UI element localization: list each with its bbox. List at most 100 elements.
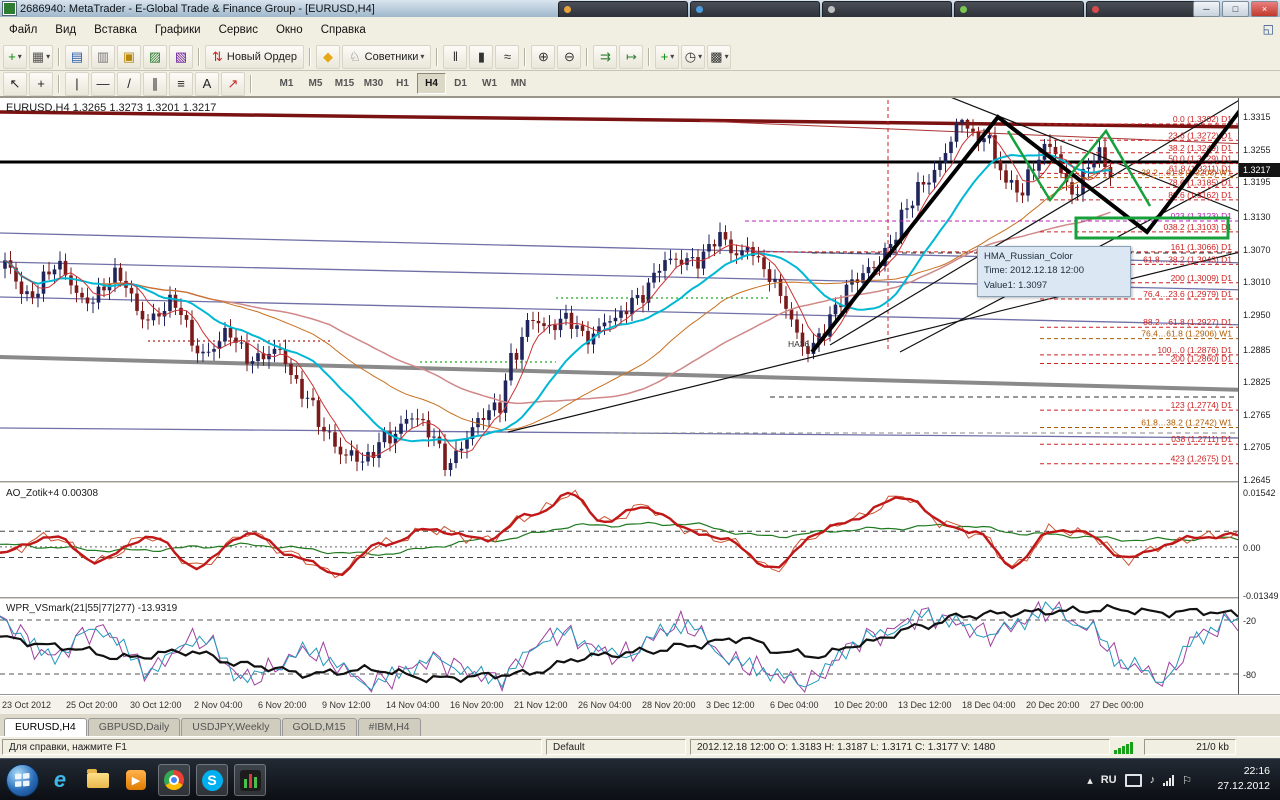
new-chart-icon: +	[8, 50, 16, 63]
ao-indicator-pane[interactable]	[0, 484, 1238, 597]
navigator-button[interactable]: ▣	[117, 45, 141, 69]
dropdown-arrow-icon[interactable]: ▾	[670, 52, 674, 61]
chart-tab-EURUSD,H4[interactable]: EURUSD,H4	[4, 718, 87, 736]
chart-tab-GBPUSD,Daily[interactable]: GBPUSD,Daily	[88, 718, 181, 736]
menu-Вставка[interactable]: Вставка	[85, 19, 146, 41]
chart-tab-USDJPY,Weekly[interactable]: USDJPY,Weekly	[181, 718, 280, 736]
periods-button[interactable]: ◷▾	[681, 45, 705, 69]
tray-expand-icon[interactable]: ▴	[1087, 774, 1093, 787]
candle-chart-type-button[interactable]: ▮	[469, 45, 493, 69]
wpr-axis-label: -80	[1243, 670, 1256, 680]
chart-shift-button[interactable]: ↦	[619, 45, 643, 69]
new-order-button[interactable]: ⇅Новый Ордер	[205, 45, 304, 69]
expert-advisors-button-label: Советники	[365, 51, 419, 63]
period-M15[interactable]: M15	[330, 73, 359, 94]
templates-button[interactable]: ▩▾	[707, 45, 731, 69]
price-axis-label: 1.3010	[1243, 277, 1271, 287]
action-center-flag-icon[interactable]: ⚐	[1182, 774, 1192, 787]
metaeditor-button[interactable]: ◆	[316, 45, 340, 69]
background-tab	[690, 1, 820, 17]
svg-text:88.2…61.8 (1.2927) D1: 88.2…61.8 (1.2927) D1	[1143, 317, 1232, 327]
menu-Вид[interactable]: Вид	[46, 19, 85, 41]
crosshair-button[interactable]: +	[29, 72, 53, 96]
toolbar-separator	[648, 48, 650, 66]
language-indicator[interactable]: RU	[1101, 774, 1117, 786]
folder-glyph	[87, 773, 109, 788]
profiles-button[interactable]: ▦▾	[29, 45, 53, 69]
chart-tab-#IBM,H4[interactable]: #IBM,H4	[358, 718, 421, 736]
media-player-icon[interactable]: ▶	[120, 764, 152, 796]
metatrader-taskbar-icon[interactable]	[234, 764, 266, 796]
terminal-button[interactable]: ▨	[143, 45, 167, 69]
skype-icon[interactable]: S	[196, 764, 228, 796]
trendline-button[interactable]: /	[117, 72, 141, 96]
period-M30[interactable]: M30	[359, 73, 388, 94]
time-axis-label: 28 Nov 20:00	[642, 700, 696, 710]
child-window-restore-icon[interactable]: ◱	[1263, 22, 1274, 36]
time-axis-label: 2 Nov 04:00	[194, 700, 243, 710]
dropdown-arrow-icon[interactable]: ▾	[725, 52, 729, 61]
period-H1[interactable]: H1	[388, 73, 417, 94]
status-profile[interactable]: Default	[546, 739, 686, 755]
cursor-button[interactable]: ↖	[3, 72, 27, 96]
tooltip-time: Time: 2012.12.18 12:00	[984, 264, 1124, 278]
menu-Графики[interactable]: Графики	[146, 19, 210, 41]
line-chart-type-button[interactable]: ≈	[495, 45, 519, 69]
dropdown-arrow-icon[interactable]: ▾	[420, 52, 424, 61]
svg-text:123 (1.2774) D1: 123 (1.2774) D1	[1171, 400, 1233, 410]
wifi-icon[interactable]	[1163, 775, 1174, 786]
new-chart-button[interactable]: +▾	[3, 45, 27, 69]
menu-Сервис[interactable]: Сервис	[210, 19, 267, 41]
auto-scroll-button[interactable]: ⇉	[593, 45, 617, 69]
taskbar-clock[interactable]: 22:16 27.12.2012	[1217, 764, 1270, 794]
period-H4[interactable]: H4	[417, 73, 446, 94]
close-button[interactable]: ×	[1251, 1, 1278, 17]
fibonacci-button[interactable]: ≡	[169, 72, 193, 96]
period-W1[interactable]: W1	[475, 73, 504, 94]
chrome-icon[interactable]	[158, 764, 190, 796]
period-M1[interactable]: M1	[272, 73, 301, 94]
dropdown-arrow-icon[interactable]: ▾	[698, 52, 702, 61]
menu-Окно[interactable]: Окно	[267, 19, 312, 41]
ao-indicator-label: AO_Zotik+4 0.00308	[6, 488, 98, 499]
arrows-button[interactable]: ↗	[221, 72, 245, 96]
metatrader-window: 2686940: MetaTrader - E-Global Trade & F…	[0, 0, 1280, 800]
period-D1[interactable]: D1	[446, 73, 475, 94]
ao-axis-label: -0.01349	[1243, 591, 1279, 601]
indicators-button[interactable]: +▾	[655, 45, 679, 69]
title-bar[interactable]: 2686940: MetaTrader - E-Global Trade & F…	[0, 0, 1280, 18]
new-order-icon: ⇅	[212, 50, 223, 63]
dropdown-arrow-icon[interactable]: ▾	[18, 52, 22, 61]
internet-explorer-icon[interactable]: e	[44, 764, 76, 796]
tooltip-title: HMA_Russian_Color	[984, 250, 1124, 264]
period-MN[interactable]: MN	[504, 73, 533, 94]
chart-tab-GOLD,M15[interactable]: GOLD,M15	[282, 718, 357, 736]
horizontal-line-button[interactable]: —	[91, 72, 115, 96]
period-M5[interactable]: M5	[301, 73, 330, 94]
menu-Справка[interactable]: Справка	[312, 19, 375, 41]
time-axis[interactable]: 23 Oct 201225 Oct 20:0030 Oct 12:002 Nov…	[0, 696, 1280, 715]
zoom-out-button[interactable]: ⊖	[557, 45, 581, 69]
data-window-button[interactable]: ▥	[91, 45, 115, 69]
menu-Файл[interactable]: Файл	[0, 19, 46, 41]
bar-chart-type-button[interactable]: ‖	[443, 45, 467, 69]
start-button[interactable]	[6, 764, 39, 797]
line-chart-type-icon: ≈	[504, 50, 511, 63]
maximize-button[interactable]: □	[1222, 1, 1249, 17]
explorer-folder-icon[interactable]	[82, 764, 114, 796]
network-monitor-icon[interactable]	[1125, 774, 1142, 787]
svg-text:61.8…38.2 (1.3043) D1: 61.8…38.2 (1.3043) D1	[1143, 254, 1232, 264]
strategy-tester-button[interactable]: ▧	[169, 45, 193, 69]
vertical-line-button[interactable]: |	[65, 72, 89, 96]
channel-button[interactable]: ∥	[143, 72, 167, 96]
zoom-in-button[interactable]: ⊕	[531, 45, 555, 69]
text-button[interactable]: A	[195, 72, 219, 96]
price-axis[interactable]: 1.3217 1.33151.32551.31951.31301.30701.3…	[1238, 98, 1280, 694]
volume-icon[interactable]: ♪	[1150, 774, 1156, 786]
market-watch-button[interactable]: ▤	[65, 45, 89, 69]
expert-advisors-button[interactable]: ♘Советники▾	[342, 45, 431, 69]
market-watch-icon: ▤	[71, 50, 83, 63]
minimize-button[interactable]: ─	[1193, 1, 1220, 17]
dropdown-arrow-icon[interactable]: ▾	[46, 52, 50, 61]
wpr-indicator-pane[interactable]	[0, 600, 1238, 694]
